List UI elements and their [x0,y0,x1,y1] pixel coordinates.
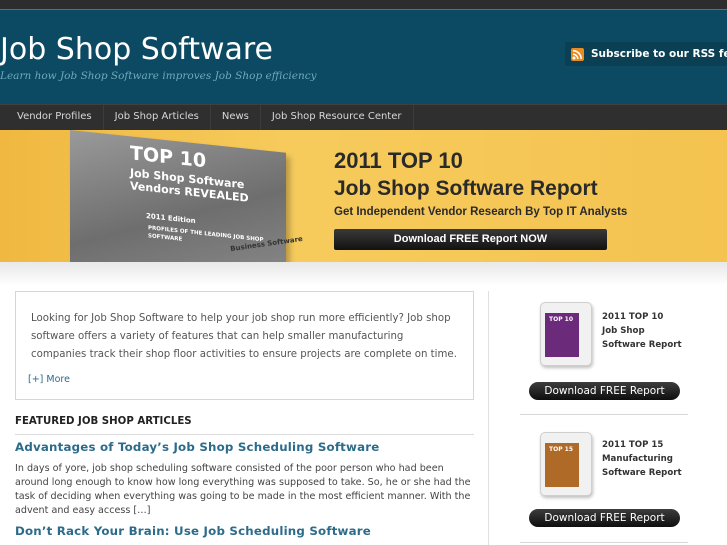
intro-text: Looking for Job Shop Software to help yo… [31,313,457,360]
nav-item-vendor-profiles[interactable]: Vendor Profiles [0,105,104,130]
report-caption-line: Software Report [602,468,682,478]
banner-title: Job Shop Software Report [334,177,598,200]
download-report-button[interactable]: Download FREE Report [529,382,680,400]
rss-label: Subscribe to our RSS feed [591,48,727,60]
featured-heading: FEATURED JOB SHOP ARTICLES [15,416,192,427]
report-thumbnail[interactable]: TOP 10 [540,302,592,366]
banner-shadow [0,262,727,286]
site-tagline: Learn how Job Shop Software improves Job… [0,70,317,82]
report-thumbnail[interactable]: TOP 15 [540,432,592,496]
report-caption-line: Job Shop [602,326,645,336]
top-strip [0,0,727,10]
featured-divider [15,434,474,435]
report-cover-subtitle: Job Shop Software Vendors REVEALED [130,166,249,205]
report-caption: 2011 TOP 15 Manufacturing Software Repor… [602,438,692,480]
report-caption-line: 2011 TOP 10 [602,312,664,322]
report-thumbnail-label: TOP 10 [549,316,574,323]
sidebar-card-divider [520,414,688,415]
site-title[interactable]: Job Shop Software [0,32,273,67]
sidebar-report-card: TOP 10 2011 TOP 10 Job Shop Software Rep… [520,300,688,415]
rss-icon [571,47,584,61]
download-report-now-button[interactable]: Download FREE Report NOW [334,229,607,250]
nav-item-job-shop-articles[interactable]: Job Shop Articles [104,105,211,130]
sidebar-divider [488,291,489,545]
more-link[interactable]: [+] More [28,374,70,385]
report-caption-line: 2011 TOP 15 [602,440,664,450]
report-caption-line: Manufacturing [602,454,673,464]
intro-box: Looking for Job Shop Software to help yo… [15,291,474,400]
nav-item-resource-center[interactable]: Job Shop Resource Center [261,105,414,130]
rss-subscribe-link[interactable]: Subscribe to our RSS feed [565,42,727,66]
article-title-link[interactable]: Advantages of Today’s Job Shop Schedulin… [15,440,379,454]
nav-item-news[interactable]: News [211,105,261,130]
banner-subtitle: Get Independent Vendor Research By Top I… [334,206,628,218]
article-title-link[interactable]: Don’t Rack Your Brain: Use Job Schedulin… [15,524,371,538]
report-cover-edition: 2011 Edition [146,211,196,226]
banner-year: 2011 TOP 10 [334,148,463,173]
report-thumbnail-label: TOP 15 [549,446,574,453]
report-caption-line: Software Report [602,340,682,350]
site-header: Job Shop Software Learn how Job Shop Sof… [0,10,727,104]
sidebar-report-card: TOP 15 2011 TOP 15 Manufacturing Softwar… [520,428,688,545]
report-caption: 2011 TOP 10 Job Shop Software Report [602,310,692,352]
article-excerpt: In days of yore, job shop scheduling sof… [15,463,471,516]
main-nav: Vendor Profiles Job Shop Articles News J… [0,104,727,130]
download-report-button[interactable]: Download FREE Report [529,509,680,527]
sidebar-card-divider [520,542,688,543]
